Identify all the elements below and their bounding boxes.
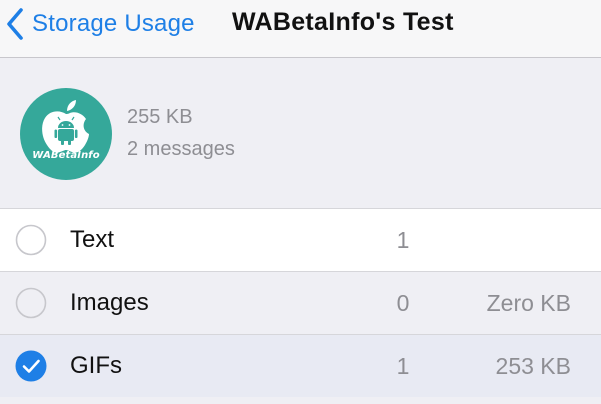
total-size: 255 KB: [127, 106, 193, 128]
list-item-label: GIFs: [70, 352, 122, 379]
list-item-size: Zero KB: [486, 290, 571, 316]
list-item-images[interactable]: Images 0 Zero KB: [0, 271, 601, 334]
list-item-size: 253 KB: [495, 353, 571, 379]
android-apple-logo-icon: [42, 100, 89, 153]
avatar-logo-text: WABetaInfo: [32, 150, 100, 161]
list-item-count: 1: [396, 227, 410, 253]
list-item-label: Text: [70, 226, 115, 253]
list-item-count: 0: [396, 290, 410, 316]
back-button-label: Storage Usage: [32, 10, 195, 37]
list-item-text[interactable]: Text 1: [0, 208, 601, 271]
list-item-gifs[interactable]: GIFs 1 253 KB: [0, 334, 601, 397]
list-item-label: Images: [70, 289, 149, 316]
chevron-left-icon: [6, 7, 24, 41]
empty-circle-icon[interactable]: [15, 224, 47, 256]
message-count: 2 messages: [127, 138, 235, 160]
navigation-bar: Storage Usage WABetaInfo's Test: [0, 0, 601, 58]
chat-summary: WABetaInfo 255 KB 2 messages: [0, 58, 601, 208]
media-type-list: Text 1 Images 0 Zero KB GIFs 1 253 KB: [0, 208, 601, 397]
avatar: WABetaInfo: [20, 88, 112, 180]
checkmark-circle-icon[interactable]: [15, 350, 47, 382]
storage-usage-screen: Storage Usage WABetaInfo's Test WABetaIn…: [0, 0, 601, 404]
back-button[interactable]: Storage Usage: [6, 4, 195, 44]
list-item-count: 1: [396, 353, 410, 379]
empty-circle-icon[interactable]: [15, 287, 47, 319]
page-title: WABetaInfo's Test: [232, 8, 454, 36]
